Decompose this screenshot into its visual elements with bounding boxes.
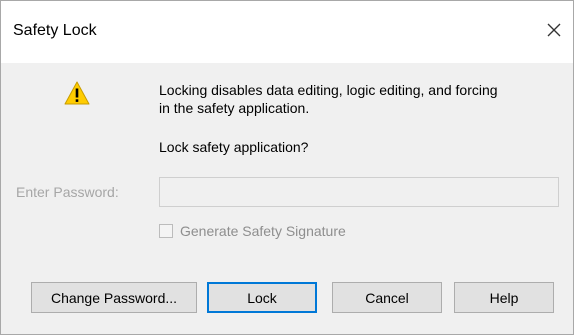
- password-field[interactable]: [159, 177, 559, 207]
- lock-description: Locking disables data editing, logic edi…: [159, 81, 559, 117]
- description-line-1: Locking disables data editing, logic edi…: [159, 82, 498, 98]
- generate-signature-label: Generate Safety Signature: [180, 223, 346, 239]
- warning-icon: [64, 81, 90, 105]
- lock-question: Lock safety application?: [159, 139, 309, 155]
- help-button[interactable]: Help: [454, 282, 554, 313]
- cancel-button[interactable]: Cancel: [332, 282, 442, 313]
- safety-lock-dialog: Safety Lock Locking disables data editin…: [0, 0, 574, 335]
- password-label: Enter Password:: [16, 184, 119, 200]
- close-icon: [547, 23, 561, 37]
- dialog-title: Safety Lock: [13, 22, 97, 39]
- change-password-button[interactable]: Change Password...: [31, 282, 197, 313]
- generate-signature-checkbox[interactable]: [159, 224, 173, 238]
- description-line-2: in the safety application.: [159, 100, 310, 116]
- title-bar: Safety Lock: [1, 1, 573, 63]
- lock-button[interactable]: Lock: [207, 282, 317, 313]
- close-button[interactable]: [541, 15, 567, 45]
